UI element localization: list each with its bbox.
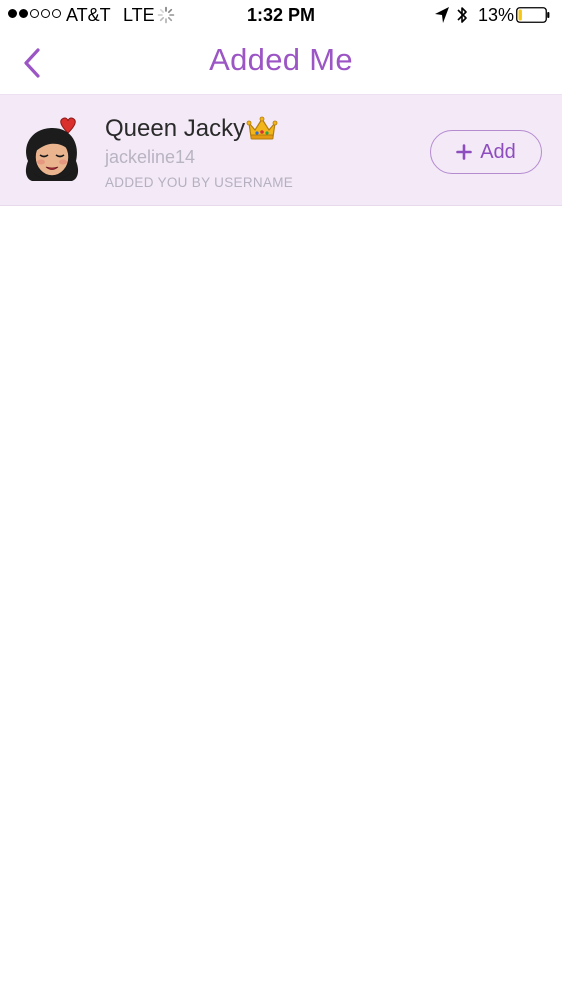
display-name-text: Queen Jacky — [105, 115, 246, 142]
add-button-label: Add — [480, 140, 516, 163]
nav-bar: Added Me — [0, 32, 562, 94]
bluetooth-icon — [457, 7, 467, 23]
bitmoji-avatar — [25, 117, 79, 181]
crown-icon — [246, 116, 278, 140]
list-item[interactable]: Queen Jacky jackeline14 ADDED YOU BY USE… — [0, 94, 562, 206]
friend-display-name: Queen Jacky — [105, 115, 278, 143]
add-friend-button[interactable]: Add — [430, 130, 542, 174]
page-title: Added Me — [209, 42, 353, 77]
status-bar: AT&T LTE 1:32 PM 13% — [0, 0, 562, 32]
plus-icon — [456, 144, 473, 160]
location-arrow-icon — [435, 7, 449, 23]
added-via-label: ADDED YOU BY USERNAME — [105, 175, 294, 190]
battery-icon — [516, 7, 550, 23]
friend-username: jackeline14 — [105, 147, 196, 167]
battery-percentage: 13% — [478, 5, 515, 25]
screen: AT&T LTE 1:32 PM 13% Added Me Queen Jack… — [0, 0, 562, 1000]
